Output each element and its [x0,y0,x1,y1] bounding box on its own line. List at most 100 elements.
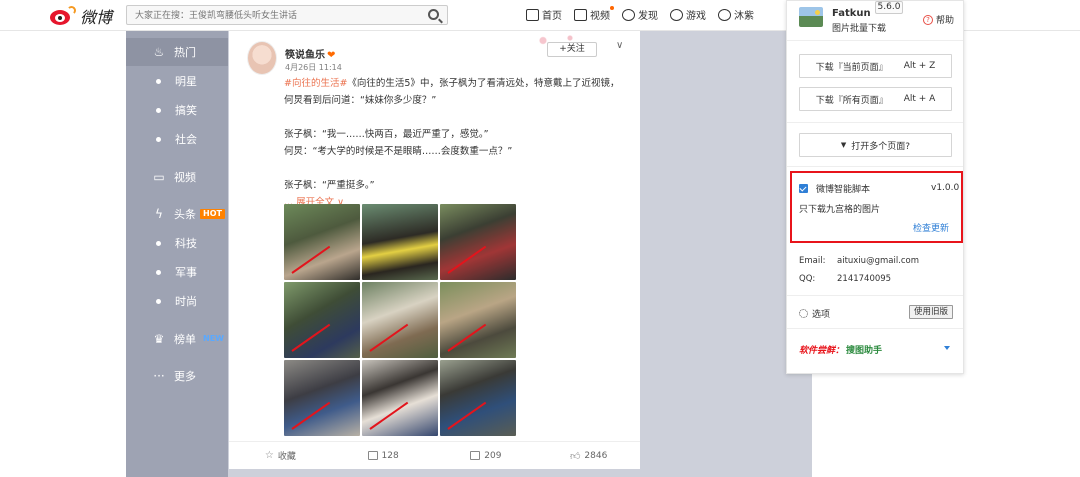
sidebar-item-society[interactable]: 社会 [126,125,228,153]
recommend-prefix: 软件尝鲜： [799,346,845,356]
sidebar-item-label: 社会 [175,133,197,146]
grid-image[interactable] [440,282,516,358]
sidebar-item-label: 军事 [175,266,197,279]
weibo-eye-icon [50,6,76,26]
username-text: 筷说鱼乐 [285,50,325,61]
chevron-down-icon[interactable]: ∨ [616,40,623,51]
script-version: v1.0.0 [931,183,960,193]
repost-button[interactable]: 128 [332,451,435,461]
nav-discover[interactable]: 发现 [622,7,658,22]
grid-image[interactable] [284,204,360,280]
page-left-margin [0,31,126,477]
nav-user[interactable]: 沐紫 [718,7,754,22]
follow-button[interactable]: +关注 [547,42,597,57]
red-arrow [447,323,486,352]
nav-game-label: 游戏 [686,11,706,22]
recommend-row[interactable]: 软件尝鲜： 搜图助手 [799,343,950,356]
sidebar-item-ranking[interactable]: ♛ 榜单 NEW [126,325,228,353]
sidebar-item-tech[interactable]: 科技 [126,229,228,257]
post-line: 何炅：“考大学的时候是不是眼睛……会度数重一点？” [284,146,513,157]
fatkun-name: Fatkun [832,8,871,19]
star-icon: ☆ [264,450,274,461]
favorite-button[interactable]: ☆ 收藏 [229,449,332,462]
grid-image[interactable] [440,204,516,280]
like-count: 2846 [584,450,608,461]
red-arrow [291,245,330,274]
follow-label: +关注 [559,44,585,54]
qq-row: QQ: 2141740095 [799,274,891,284]
sidebar-item-label: 搞笑 [175,104,197,117]
grid-image[interactable] [284,360,360,436]
logo-text: 微博 [80,8,113,27]
game-icon [670,8,683,21]
post-line: 《向往的生活5》中，张子枫为了看清远处，特意戴上了近视镜， [347,78,620,89]
search-icon[interactable] [428,9,439,20]
red-arrow [291,401,330,430]
recommend-name[interactable]: 搜图助手 [846,343,882,356]
video-icon [574,8,587,21]
sidebar-item-hot[interactable]: ♨ 热门 [126,38,228,66]
divider [787,166,963,167]
sidebar-item-fashion[interactable]: 时尚 [126,287,228,315]
grid-image[interactable] [362,204,438,280]
download-current-page-button[interactable]: 下载『当前页面』 Alt + Z [799,54,952,78]
post-time[interactable]: 4月26日 11:14 [285,62,342,73]
sidebar-item-star[interactable]: 明星 [126,67,228,95]
hot-badge: HOT [200,209,225,219]
sidebar-item-headline[interactable]: ϟ 头条 HOT [126,200,228,228]
caret-down-icon[interactable] [944,346,950,350]
checkbox-checked[interactable] [799,184,808,193]
bullet-icon [156,298,161,304]
options-link[interactable]: 选项 [799,307,830,320]
check-update-link[interactable]: 检查更新 [913,221,949,234]
weibo-logo[interactable]: 微博 [50,4,112,28]
divider [787,328,963,329]
sidebar-item-label: 科技 [175,237,197,250]
grid-image[interactable] [440,360,516,436]
search-box[interactable] [126,5,448,25]
email-value[interactable]: aituxiu@gmail.com [837,256,919,266]
sidebar-item-video[interactable]: ▭ 视频 [126,163,228,191]
more-icon: ··· [153,369,165,383]
download-all-label: 下载『所有页面』 [815,95,888,106]
use-old-version-button[interactable]: 使用旧版 [909,305,953,319]
grid-image[interactable] [284,282,360,358]
nav-game[interactable]: 游戏 [670,7,706,22]
favorite-label: 收藏 [277,452,296,462]
comment-button[interactable]: 209 [435,451,538,461]
version-badge: 5.6.0 [875,1,903,14]
hashtag-link[interactable]: #向往的生活# [284,78,347,89]
red-arrow [291,323,330,352]
open-multiple-pages-button[interactable]: ▼ 打开多个页面? [799,133,952,157]
nav-discover-label: 发现 [638,11,658,22]
sidebar-item-label: 热门 [174,46,196,59]
red-arrow [447,401,486,430]
divider [787,122,963,123]
email-row: Email: aituxiu@gmail.com [799,256,919,266]
left-sidebar: ♨ 热门 明星 搞笑 社会 ▭ 视频 ϟ 头条 HOT 科技 军事 时尚 ♛ 榜单 NEW … [126,31,228,477]
options-label: 选项 [812,310,831,320]
red-arrow [447,245,486,274]
divider [787,40,963,41]
open-multi-label: 打开多个页面? [851,141,911,152]
avatar[interactable] [247,41,277,75]
red-arrow [369,401,408,430]
sidebar-item-more[interactable]: ··· 更多 [126,362,228,390]
sidebar-item-funny[interactable]: 搞笑 [126,96,228,124]
bullet-icon [156,269,161,275]
download-all-pages-button[interactable]: 下载『所有页面』 Alt + A [799,87,952,111]
post-actions: ☆ 收藏 128 209 👍︎ 2846 [229,441,640,469]
weibo-script-toggle[interactable]: 微博智能脚本 [799,182,870,195]
sidebar-item-military[interactable]: 军事 [126,258,228,286]
help-link[interactable]: ? 帮助 [923,13,954,26]
grid-image[interactable] [362,360,438,436]
shortcut-label: Alt + Z [903,61,936,71]
home-icon [526,8,539,21]
post-username[interactable]: 筷说鱼乐 ❤ [285,46,335,61]
nav-video[interactable]: 视频 [574,6,614,22]
nav-home[interactable]: 首页 [526,7,562,22]
like-button[interactable]: 👍︎ 2846 [537,450,640,462]
search-input[interactable] [127,6,417,24]
grid-image[interactable] [362,282,438,358]
help-label: 帮助 [936,16,955,26]
